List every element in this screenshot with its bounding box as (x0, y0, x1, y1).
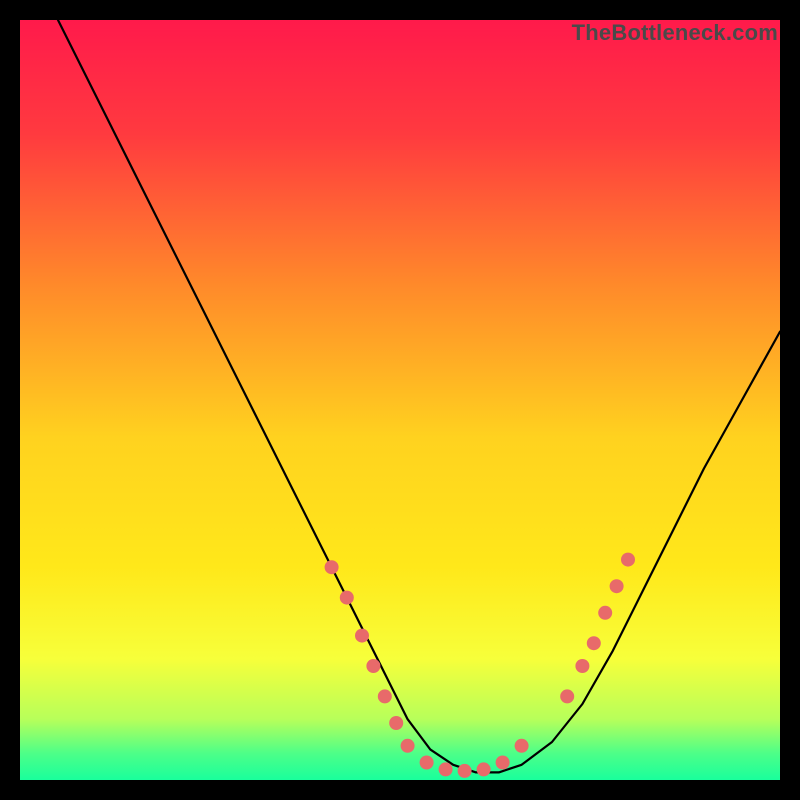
marker-dot (598, 606, 612, 620)
marker-dot (560, 689, 574, 703)
chart-frame: TheBottleneck.com (20, 20, 780, 780)
marker-dot (587, 636, 601, 650)
marker-dot (355, 629, 369, 643)
marker-dot (439, 762, 453, 776)
marker-dot (378, 689, 392, 703)
marker-dot (325, 560, 339, 574)
watermark-text: TheBottleneck.com (572, 20, 778, 46)
marker-dot (389, 716, 403, 730)
marker-dot (401, 739, 415, 753)
bottleneck-chart (20, 20, 780, 780)
marker-dot (515, 739, 529, 753)
marker-dot (621, 553, 635, 567)
marker-dot (420, 756, 434, 770)
marker-dot (340, 591, 354, 605)
gradient-background (20, 20, 780, 780)
marker-dot (610, 579, 624, 593)
marker-dot (575, 659, 589, 673)
marker-dot (366, 659, 380, 673)
marker-dot (477, 762, 491, 776)
marker-dot (458, 764, 472, 778)
marker-dot (496, 756, 510, 770)
